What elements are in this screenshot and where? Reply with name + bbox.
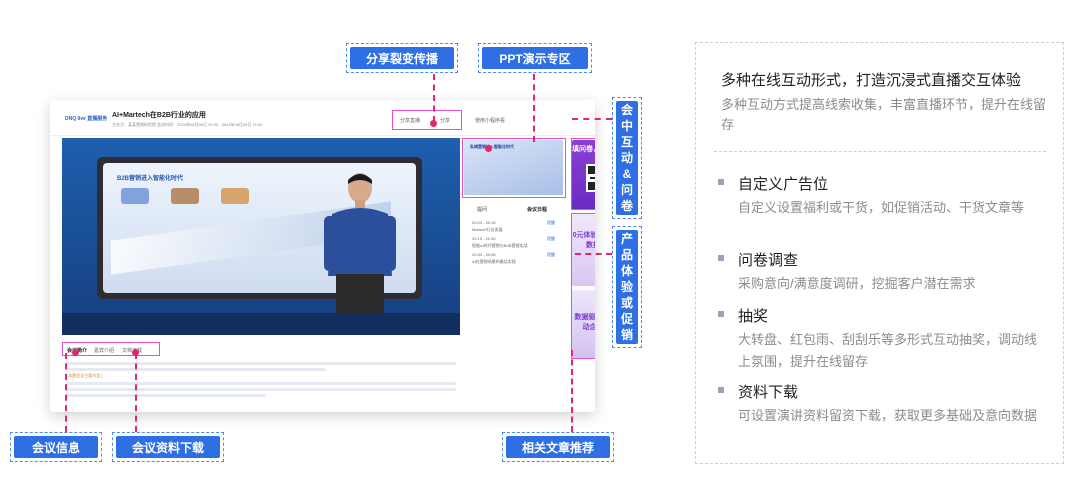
miniprogram-button[interactable]: 使用小程序看 bbox=[475, 117, 505, 124]
feature-desc: 大转盘、红包雨、刮刮乐等多形式互动抽奖，调动线上氛围，提升在线留存 bbox=[738, 332, 1038, 369]
meeting-docs-callout: 会议资料下载 bbox=[112, 432, 224, 462]
feature-desc: 采购意向/满意度调研，挖掘客户潜在需求 bbox=[738, 276, 976, 291]
interact-callout-label: 会中互动&问卷 bbox=[616, 101, 638, 215]
interact-connector bbox=[572, 118, 612, 120]
info-title: 多种在线互动形式，打造沉浸式直播交互体验 bbox=[721, 72, 1022, 89]
slide-thumb bbox=[221, 188, 249, 204]
divider bbox=[714, 151, 1046, 152]
text-line bbox=[66, 368, 326, 371]
live-logo: DNQ live 直播服务 bbox=[65, 116, 108, 122]
agenda-time: 20:15 - 20:30 bbox=[472, 236, 496, 241]
product-connector bbox=[575, 253, 612, 255]
ppt-highlight bbox=[462, 138, 566, 198]
interact-callout: 会中互动&问卷 bbox=[612, 97, 642, 219]
feature-desc: 可设置演讲资料留资下载，获取更多基础及意向数据 bbox=[738, 408, 1038, 423]
bullet-icon bbox=[718, 387, 724, 393]
side-panel: 私域营销进入智能化时代 提问 会议日程 20:00 - 20:15 Martec… bbox=[462, 138, 566, 335]
meeting-info-callout: 会议信息 bbox=[10, 432, 102, 462]
live-title: AI+Martech在B2B行业的应用 bbox=[112, 112, 206, 119]
product-highlight bbox=[571, 213, 595, 359]
stage: DNQ live 直播服务 AI+Martech在B2B行业的应用 主办方：某某… bbox=[0, 0, 1080, 489]
ppt-callout: PPT演示专区 bbox=[478, 43, 592, 73]
live-page-preview: DNQ live 直播服务 AI+Martech在B2B行业的应用 主办方：某某… bbox=[50, 100, 595, 412]
share-callout-label: 分享裂变传播 bbox=[350, 47, 454, 69]
feature-desc: 自定义设置福利或干货，如促销活动、干货文章等 bbox=[738, 200, 1025, 215]
feature-title: 问卷调查 bbox=[738, 252, 799, 269]
presenter-image bbox=[324, 173, 396, 335]
share-connector bbox=[433, 74, 435, 122]
intro-subheading: [ 本期会议主要内容 ] bbox=[66, 373, 103, 378]
bullet-icon bbox=[718, 179, 724, 185]
agenda-remind[interactable]: 提醒 bbox=[547, 236, 555, 242]
tab-questions[interactable]: 提问 bbox=[477, 206, 487, 213]
live-page-header: DNQ live 直播服务 AI+Martech在B2B行业的应用 主办方：某某… bbox=[50, 100, 595, 136]
agenda-title: 智能AI时代营销与B2B营销实战 bbox=[472, 243, 528, 248]
articles-connector bbox=[571, 350, 573, 432]
ppt-callout-label: PPT演示专区 bbox=[482, 47, 588, 69]
text-line bbox=[66, 388, 456, 391]
bullet-icon bbox=[718, 255, 724, 261]
text-line bbox=[66, 362, 456, 365]
articles-callout: 相关文章推荐 bbox=[502, 432, 614, 462]
agenda-remind[interactable]: 提醒 bbox=[547, 220, 555, 226]
ppt-connector bbox=[533, 74, 535, 142]
live-meta: 主办方：某某营销研究院 会议时间：2024年08月05日 20:00 - 202… bbox=[112, 122, 263, 127]
share-highlight bbox=[392, 110, 462, 130]
share-callout: 分享裂变传播 bbox=[346, 43, 458, 73]
articles-callout-label: 相关文章推荐 bbox=[506, 436, 610, 458]
meeting-info-area: 会议简介 嘉宾介绍 文档下载 [ 本期会议主要内容 ] bbox=[62, 340, 460, 410]
feature-title: 抽奖 bbox=[738, 308, 769, 325]
video-player[interactable]: B2B营销进入智能化时代 bbox=[62, 138, 460, 335]
product-callout-label: 产品体验或促销 bbox=[616, 230, 638, 344]
agenda-time: 20:30 - 20:45 bbox=[472, 252, 496, 257]
meeting-info-callout-label: 会议信息 bbox=[14, 436, 98, 458]
feature-info-panel: 多种在线互动形式，打造沉浸式直播交互体验 多种互动方式提高线索收集，丰富直播环节… bbox=[695, 42, 1064, 464]
meeting-info-marker bbox=[72, 349, 79, 356]
ppt-marker bbox=[485, 145, 492, 152]
meeting-info-connector bbox=[65, 353, 67, 432]
agenda-title: AI在营销场景的最佳实践 bbox=[472, 259, 516, 264]
stage-floor bbox=[62, 313, 460, 335]
interact-highlight bbox=[571, 138, 595, 210]
text-line bbox=[66, 394, 266, 397]
info-subtitle: 多种互动方式提高线索收集，丰富直播环节，提升在线留存 bbox=[721, 97, 1047, 132]
agenda-remind[interactable]: 提醒 bbox=[547, 252, 555, 258]
feature-title: 资料下载 bbox=[738, 384, 799, 401]
tab-agenda[interactable]: 会议日程 bbox=[527, 206, 547, 213]
text-line bbox=[66, 382, 456, 385]
meeting-docs-callout-label: 会议资料下载 bbox=[116, 436, 220, 458]
agenda-title: Martech行业发展 bbox=[472, 227, 503, 232]
slide-title: B2B营销进入智能化时代 bbox=[117, 176, 184, 182]
bullet-icon bbox=[718, 311, 724, 317]
agenda-time: 20:00 - 20:15 bbox=[472, 220, 496, 225]
meeting-docs-connector bbox=[135, 353, 137, 432]
slide-thumb bbox=[121, 188, 149, 204]
feature-title: 自定义广告位 bbox=[738, 176, 829, 193]
product-callout: 产品体验或促销 bbox=[612, 226, 642, 348]
slide-thumb bbox=[171, 188, 199, 204]
